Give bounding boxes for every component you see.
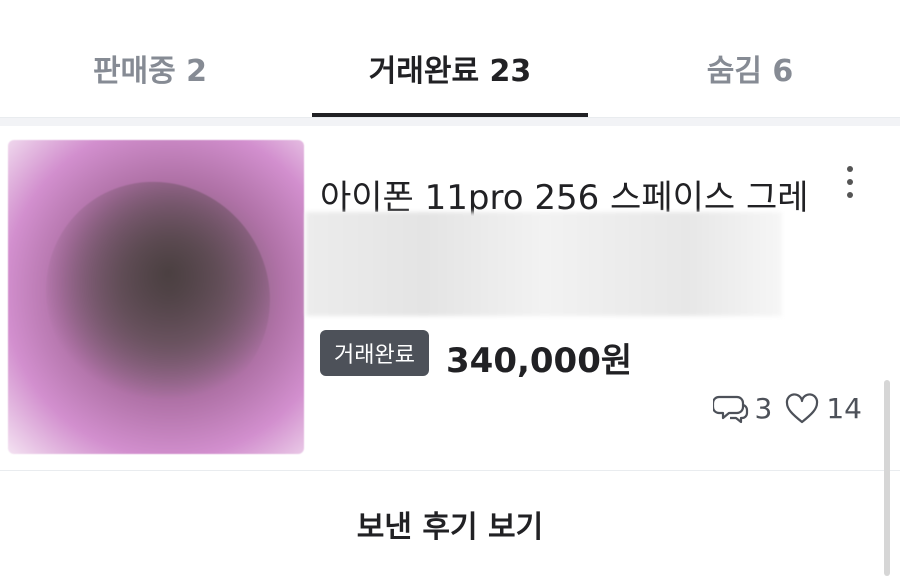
heart-icon	[784, 392, 820, 425]
tab-selling[interactable]: 판매중 2	[0, 0, 300, 117]
like-count: 14	[826, 392, 862, 425]
scrollbar[interactable]	[884, 380, 890, 576]
product-price: 340,000원	[446, 341, 633, 381]
like-stat: 14	[784, 392, 862, 425]
chat-stat: 3	[712, 392, 773, 425]
item-stats: 3 14	[701, 392, 862, 425]
chat-count: 3	[754, 392, 773, 425]
view-sent-reviews-button[interactable]: 보낸 후기 보기	[0, 471, 900, 576]
tab-completed[interactable]: 거래완료 23	[300, 0, 600, 117]
chat-bubbles-icon	[712, 393, 749, 425]
product-thumbnail[interactable]	[8, 140, 304, 454]
section-divider	[0, 118, 900, 126]
more-vertical-icon[interactable]	[836, 162, 864, 202]
list-item[interactable]: 아이폰 11pro 256 스페이스 그레 거래완료 340,000원 3 14	[0, 126, 900, 470]
tab-hidden[interactable]: 숨김 6	[600, 0, 900, 117]
status-badge: 거래완료	[320, 330, 429, 376]
status-tabs: 판매중 2 거래완료 23 숨김 6	[0, 0, 900, 118]
blurred-region	[306, 212, 782, 316]
